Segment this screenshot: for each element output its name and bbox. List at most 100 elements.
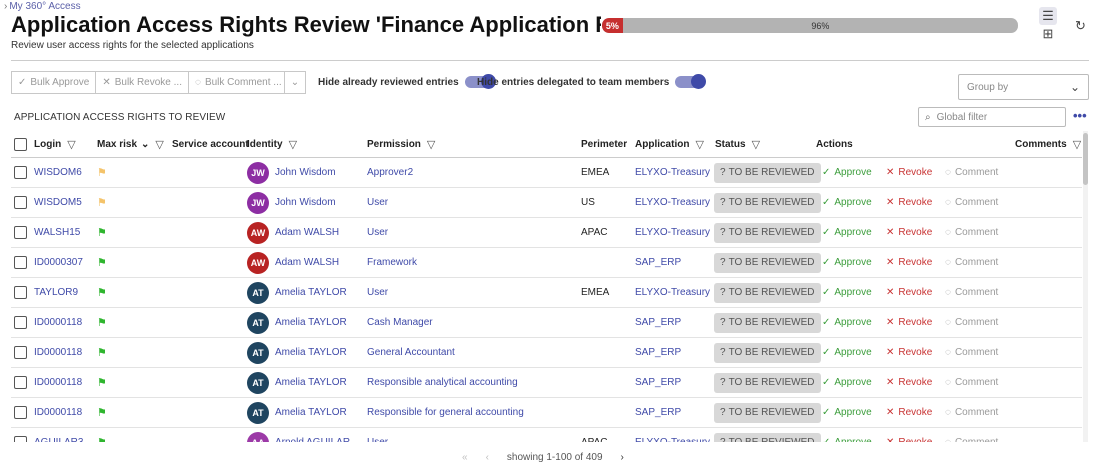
row-checkbox[interactable] [14,436,27,442]
table-row[interactable]: ID0000118 ⚑ AT Amelia TAYLOR Responsible ana… [11,368,1082,398]
login-link[interactable]: WISDOM5 [34,188,82,217]
approve-button[interactable]: ✓Approve [822,278,872,307]
login-link[interactable]: ID0000118 [34,338,82,367]
permission-link[interactable]: Responsible analytical accounting [367,368,518,397]
next-page-icon[interactable]: › [621,452,624,463]
breadcrumb[interactable]: › My 360° Access [4,1,81,12]
group-by-select[interactable]: Group by ⌄ [958,74,1089,100]
table-row[interactable]: ID0000118 ⚑ AT Amelia TAYLOR Cash Manager SAP… [11,308,1082,338]
first-page-icon[interactable]: « [462,452,468,463]
approve-button[interactable]: ✓Approve [822,218,872,247]
identity-cell[interactable]: JW John Wisdom [247,188,336,217]
identity-cell[interactable]: AT Amelia TAYLOR [247,368,347,397]
approve-button[interactable]: ✓Approve [822,188,872,217]
revoke-button[interactable]: ✕Revoke [886,218,932,247]
application-link[interactable]: ELYXO-Treasury [635,218,710,247]
filter-icon[interactable]: ▽ [155,138,163,151]
comment-button[interactable]: ◌Comment [945,308,998,337]
permission-link[interactable]: User [367,428,388,442]
identity-link[interactable]: Amelia TAYLOR [275,347,347,358]
table-row[interactable]: ID0000307 ⚑ AW Adam WALSH Framework SAP_ERP? T… [11,248,1082,278]
revoke-button[interactable]: ✕Revoke [886,368,932,397]
hide-delegated-toggle[interactable] [675,74,707,89]
approve-button[interactable]: ✓Approve [822,158,872,187]
permission-link[interactable]: User [367,218,388,247]
filter-icon[interactable]: ▽ [67,138,75,151]
identity-cell[interactable]: AA Arnold AGUILAR [247,428,350,442]
table-scrollbar[interactable] [1083,131,1088,442]
identity-cell[interactable]: AT Amelia TAYLOR [247,278,347,307]
approve-button[interactable]: ✓Approve [822,428,872,442]
identity-link[interactable]: Amelia TAYLOR [275,287,347,298]
permission-link[interactable]: Approver2 [367,158,413,187]
permission-link[interactable]: User [367,188,388,217]
row-checkbox[interactable] [14,346,27,359]
revoke-button[interactable]: ✕Revoke [886,278,932,307]
comment-button[interactable]: ◌Comment [945,338,998,367]
identity-cell[interactable]: AT Amelia TAYLOR [247,308,347,337]
identity-link[interactable]: John Wisdom [275,167,336,178]
table-row[interactable]: TAYLOR9 ⚑ AT Amelia TAYLOR User EMEA ELYXO-Tre… [11,278,1082,308]
revoke-button[interactable]: ✕Revoke [886,308,932,337]
revoke-button[interactable]: ✕Revoke [886,398,932,427]
identity-cell[interactable]: JW John Wisdom [247,158,336,187]
table-row[interactable]: WISDOM6 ⚑ JW John Wisdom Approver2 EMEA ELYXO-… [11,158,1082,188]
login-link[interactable]: WALSH15 [34,218,80,247]
permission-link[interactable]: User [367,278,388,307]
identity-link[interactable]: Amelia TAYLOR [275,377,347,388]
revoke-button[interactable]: ✕Revoke [886,188,932,217]
login-link[interactable]: AGUILAR3 [34,428,83,442]
approve-button[interactable]: ✓Approve [822,398,872,427]
table-row[interactable]: AGUILAR3 ⚑ AA Arnold AGUILAR User APAC ELYXO-T… [11,428,1082,442]
permission-link[interactable]: General Accountant [367,338,455,367]
permission-link[interactable]: Framework [367,248,417,277]
comment-button[interactable]: ◌Comment [945,368,998,397]
approve-button[interactable]: ✓Approve [822,248,872,277]
col-max-risk[interactable]: Max risk ⌄ ▽ [97,131,164,157]
comment-button[interactable]: ◌Comment [945,428,998,442]
application-link[interactable]: SAP_ERP [635,398,681,427]
application-link[interactable]: SAP_ERP [635,248,681,277]
row-checkbox[interactable] [14,316,27,329]
approve-button[interactable]: ✓Approve [822,308,872,337]
list-view-icon[interactable]: ☰ [1039,7,1057,25]
scrollbar-thumb[interactable] [1083,133,1088,185]
identity-cell[interactable]: AW Adam WALSH [247,218,339,247]
col-comments[interactable]: Comments ▽ [1015,131,1081,157]
application-link[interactable]: SAP_ERP [635,368,681,397]
approve-button[interactable]: ✓Approve [822,338,872,367]
table-row[interactable]: ID0000118 ⚑ AT Amelia TAYLOR General Account… [11,338,1082,368]
bulk-revoke-button[interactable]: ✕ Bulk Revoke ... [96,71,189,94]
filter-icon[interactable]: ▽ [427,138,435,151]
login-link[interactable]: ID0000118 [34,398,82,427]
select-all-checkbox[interactable] [14,137,27,151]
revoke-button[interactable]: ✕Revoke [886,158,932,187]
bulk-approve-button[interactable]: ✓ Bulk Approve [11,71,97,94]
application-link[interactable]: ELYXO-Treasury [635,278,710,307]
identity-link[interactable]: Amelia TAYLOR [275,407,347,418]
login-link[interactable]: ID0000118 [34,308,82,337]
filter-icon[interactable]: ▽ [1073,138,1081,151]
row-checkbox[interactable] [14,406,27,419]
grid-view-icon[interactable]: ⊞ [1039,25,1057,43]
login-link[interactable]: TAYLOR9 [34,278,78,307]
identity-cell[interactable]: AT Amelia TAYLOR [247,338,347,367]
bulk-comment-button[interactable]: ◌ Bulk Comment ... [188,71,285,94]
more-options-icon[interactable]: ••• [1073,108,1087,123]
col-permission[interactable]: Permission ▽ [367,131,435,157]
revoke-button[interactable]: ✕Revoke [886,428,932,442]
prev-page-icon[interactable]: ‹ [486,452,489,463]
row-checkbox[interactable] [14,196,27,209]
col-login[interactable]: Login ▽ [34,131,76,157]
identity-link[interactable]: John Wisdom [275,197,336,208]
application-link[interactable]: ELYXO-Treasury [635,158,710,187]
row-checkbox[interactable] [14,376,27,389]
row-checkbox[interactable] [14,166,27,179]
comment-button[interactable]: ◌Comment [945,158,998,187]
identity-cell[interactable]: AW Adam WALSH [247,248,339,277]
login-link[interactable]: ID0000118 [34,368,82,397]
application-link[interactable]: SAP_ERP [635,338,681,367]
sort-desc-icon[interactable]: ⌄ [141,139,149,150]
permission-link[interactable]: Cash Manager [367,308,433,337]
col-status[interactable]: Status ▽ [715,131,760,157]
